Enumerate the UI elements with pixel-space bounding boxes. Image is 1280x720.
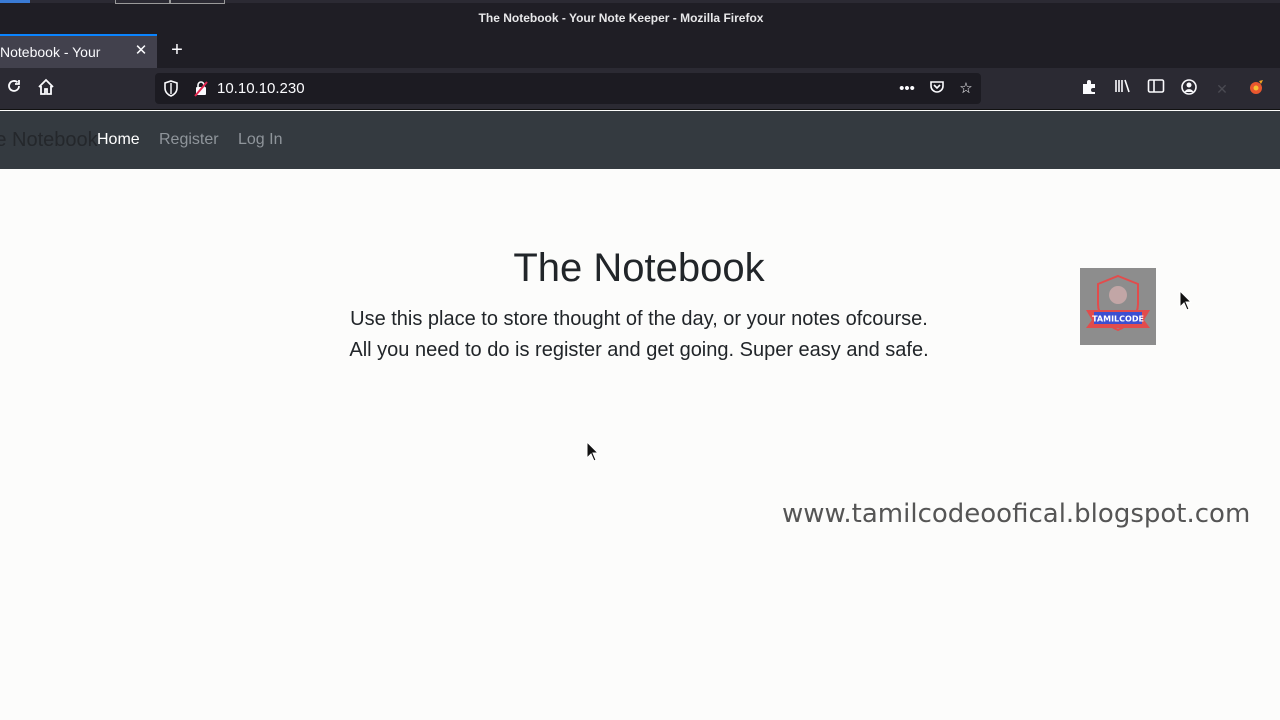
- watermark-url: www.tamilcodeoofical.blogspot.com: [782, 499, 1251, 529]
- workspace-thumbnail[interactable]: [115, 0, 170, 4]
- mouse-cursor-icon: [1179, 289, 1193, 312]
- nav-link-register[interactable]: Register: [159, 131, 219, 149]
- mouse-cursor-icon: [586, 440, 600, 463]
- tab-strip: The Notebook - Your Note Keeper ✕ +: [0, 34, 1280, 68]
- bookmark-star-icon[interactable]: ☆: [956, 79, 976, 99]
- sidebar-icon[interactable]: [1145, 78, 1167, 100]
- firefox-extension-icon[interactable]: [1245, 78, 1267, 100]
- account-icon[interactable]: [1178, 78, 1200, 100]
- address-bar[interactable]: 10.10.10.230 ••• ☆: [155, 73, 981, 104]
- url-text[interactable]: 10.10.10.230: [217, 80, 305, 97]
- workspace-thumbnail[interactable]: [170, 0, 225, 4]
- tab-title: The Notebook - Your Note Keeper: [0, 44, 102, 60]
- site-navbar: The Notebook Home Register Log In: [0, 111, 1280, 169]
- close-tab-icon[interactable]: ✕: [133, 42, 149, 60]
- nav-link-home[interactable]: Home: [97, 131, 140, 149]
- channel-logo-text: TAMILCODE: [1092, 315, 1144, 324]
- page-actions-ellipsis-icon[interactable]: •••: [897, 79, 917, 99]
- insecure-lock-icon[interactable]: [193, 80, 209, 97]
- nav-link-login[interactable]: Log In: [238, 131, 282, 149]
- extensions-icon[interactable]: [1078, 78, 1100, 100]
- navigation-toolbar: 10.10.10.230 ••• ☆ ✕: [0, 68, 1280, 110]
- workspace-indicator[interactable]: [0, 0, 30, 3]
- home-icon[interactable]: [35, 78, 57, 100]
- new-tab-button[interactable]: +: [166, 39, 188, 61]
- tracking-protection-shield-icon[interactable]: [163, 80, 179, 97]
- channel-logo-badge: TAMILCODE: [1080, 268, 1156, 345]
- window-titlebar: The Notebook - Your Note Keeper - Mozill…: [0, 0, 1280, 34]
- disabled-extension-icon[interactable]: ✕: [1211, 78, 1233, 100]
- library-icon[interactable]: [1112, 78, 1134, 100]
- reload-icon[interactable]: [3, 78, 25, 100]
- tab-title-fade: [95, 36, 130, 68]
- pocket-icon[interactable]: [927, 79, 947, 99]
- site-brand[interactable]: The Notebook: [0, 129, 98, 152]
- browser-tab[interactable]: The Notebook - Your Note Keeper ✕: [0, 34, 157, 68]
- window-title: The Notebook - Your Note Keeper - Mozill…: [478, 11, 764, 25]
